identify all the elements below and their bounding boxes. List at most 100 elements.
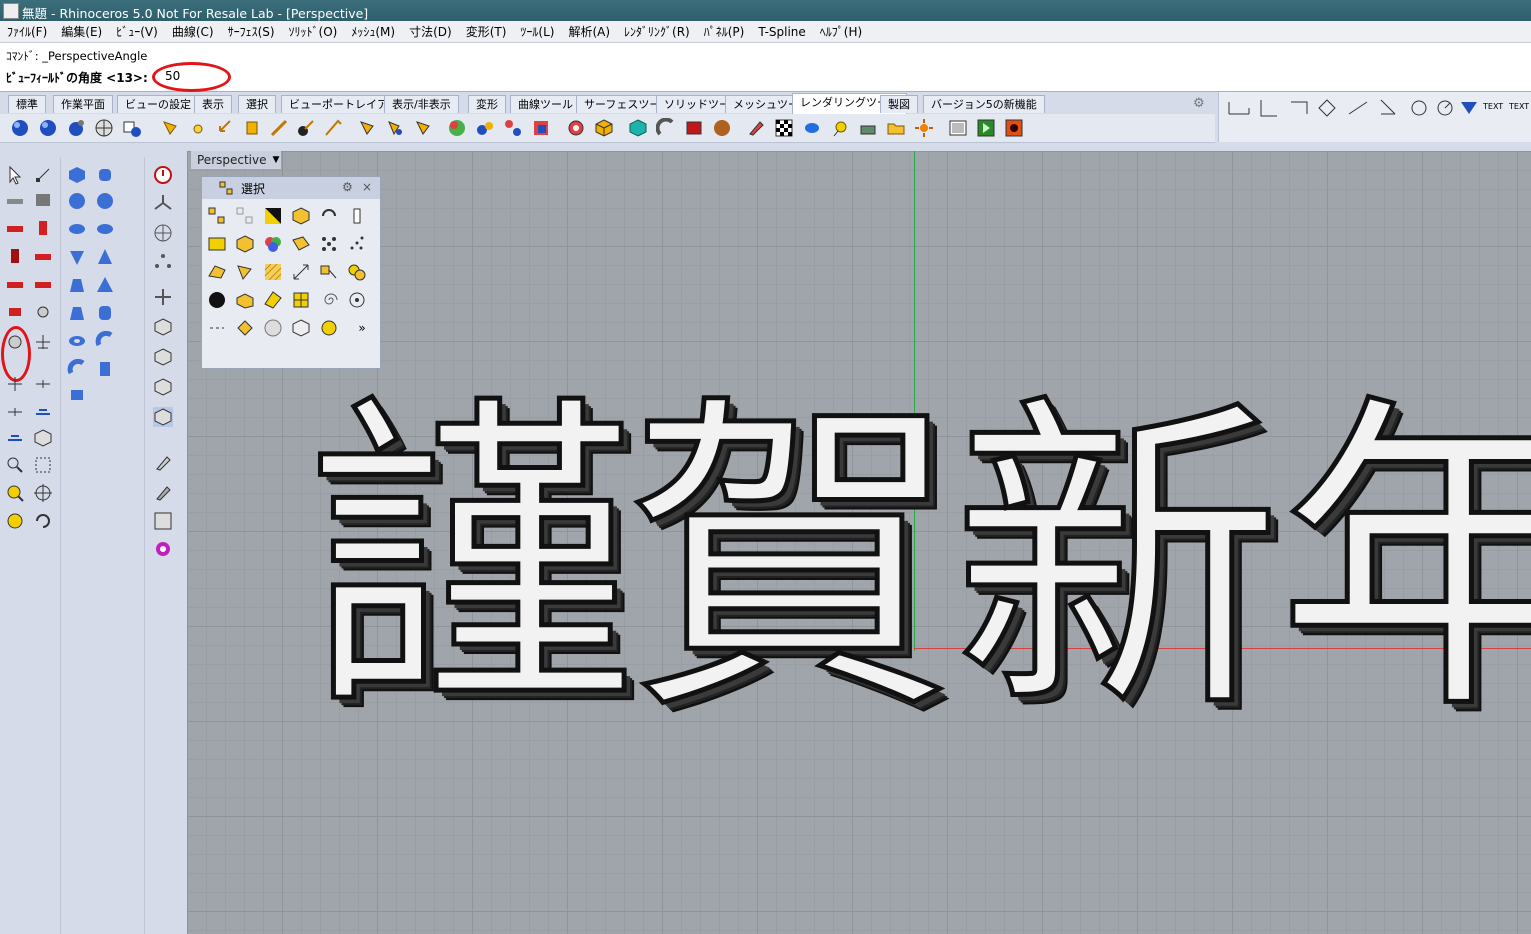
menu-render[interactable]: ﾚﾝﾀﾞﾘﾝｸﾞ(R) [617, 23, 697, 40]
red-part-icon[interactable] [5, 302, 25, 322]
select-block-icon[interactable] [291, 318, 311, 338]
color-sphere-icon[interactable] [447, 118, 467, 138]
directional-light-icon[interactable] [215, 118, 235, 138]
menu-mesh[interactable]: ﾒｯｼｭ(M) [344, 23, 402, 40]
extrude-icon[interactable] [67, 359, 87, 379]
axes-plus-icon[interactable] [153, 287, 173, 307]
power-icon[interactable] [153, 165, 173, 185]
folder-icon[interactable] [886, 118, 906, 138]
cube-color-icon[interactable] [594, 118, 614, 138]
text-tool-2[interactable]: TEXT [1509, 102, 1529, 111]
texture-icon[interactable] [531, 118, 551, 138]
app-icon[interactable] [3, 3, 19, 19]
zoom-extents-icon[interactable] [5, 483, 25, 503]
ellipsoid-icon[interactable] [67, 219, 87, 239]
spotlight-icon[interactable] [160, 118, 180, 138]
dimension-icon[interactable] [1287, 98, 1311, 118]
fixture-icon[interactable] [33, 374, 53, 394]
material-icon[interactable] [122, 118, 142, 138]
cube-view-active-icon[interactable] [153, 407, 173, 427]
curve-shape-icon[interactable] [656, 118, 676, 138]
perspective-viewport[interactable]: Perspective ▼ 謹 賀 新 年 [187, 151, 1531, 934]
rect-light-icon[interactable] [242, 118, 262, 138]
select-light-icon[interactable] [347, 206, 367, 226]
red-car-icon[interactable] [5, 274, 25, 294]
select-sphere-icon[interactable] [207, 290, 227, 310]
gear-render-icon[interactable] [566, 118, 586, 138]
select-last-icon[interactable] [319, 206, 339, 226]
dimension-icon[interactable] [1317, 98, 1341, 118]
tab-display[interactable]: 表示 [194, 95, 232, 113]
box-edit-icon[interactable] [33, 428, 53, 448]
point-light-icon[interactable] [188, 118, 208, 138]
sphere-solid-icon[interactable] [95, 191, 115, 211]
tube-icon[interactable] [67, 303, 87, 323]
zoom-icon[interactable] [5, 455, 25, 475]
spotlight2-icon[interactable] [413, 118, 433, 138]
render-stop-icon[interactable] [1004, 118, 1024, 138]
extrude-surface-icon[interactable] [95, 359, 115, 379]
close-icon[interactable]: × [362, 180, 372, 194]
tab-transform[interactable]: 変形 [468, 95, 506, 113]
menu-dimension[interactable]: 寸法(D) [402, 23, 459, 40]
select-plane-icon[interactable] [263, 290, 283, 310]
select-box-icon[interactable] [235, 290, 255, 310]
select-circle-dots-icon[interactable] [347, 290, 367, 310]
ellipsoid-icon[interactable] [95, 219, 115, 239]
menu-tspline[interactable]: T-Spline [751, 25, 812, 39]
render-play-icon[interactable] [976, 118, 996, 138]
red-car-icon[interactable] [5, 218, 25, 238]
tab-standard[interactable]: 標準 [8, 95, 46, 113]
texture-ball-icon[interactable] [712, 118, 732, 138]
render-window-icon[interactable] [948, 118, 968, 138]
decal-icon[interactable] [503, 118, 523, 138]
sun-arrow-icon[interactable] [296, 118, 316, 138]
gear-icon[interactable]: ⚙ [342, 180, 353, 194]
select-dimension-icon[interactable] [291, 262, 311, 282]
sphere-blue-icon[interactable] [10, 118, 30, 138]
viewport-label[interactable]: Perspective [191, 151, 273, 169]
fixture-icon[interactable] [5, 402, 25, 422]
axes-icon[interactable] [153, 193, 173, 213]
zoom-window-icon[interactable] [33, 455, 53, 475]
tab-curve-tools[interactable]: 曲線ツール [510, 95, 581, 113]
menu-file[interactable]: ﾌｧｲﾙ(F) [0, 23, 54, 40]
more-button[interactable]: » [352, 318, 372, 338]
chevron-down-icon[interactable]: ▼ [271, 151, 281, 169]
select-curve-icon[interactable] [235, 262, 255, 282]
menu-edit[interactable]: 編集(E) [54, 23, 109, 40]
light-flag-icon[interactable] [323, 118, 343, 138]
checker-icon[interactable] [774, 118, 794, 138]
sun-icon[interactable] [914, 118, 934, 138]
nodes-icon[interactable] [153, 251, 173, 271]
select-gear-icon[interactable] [319, 318, 339, 338]
dimension-icon[interactable] [1257, 98, 1281, 118]
car-icon[interactable] [5, 190, 25, 210]
dimension-icon[interactable] [1227, 98, 1251, 118]
fixture-icon[interactable] [5, 428, 25, 448]
gear-icon[interactable]: ⚙ [1193, 96, 1205, 111]
select-mesh-icon[interactable] [319, 234, 339, 254]
text-object-char-2[interactable]: 賀 [625, 379, 960, 744]
panel-header[interactable]: 選択 ⚙ × [202, 177, 380, 199]
select-polysurface-icon[interactable] [207, 262, 227, 282]
menu-solid[interactable]: ｿﾘｯﾄﾞ(O) [282, 23, 345, 40]
select-surface-icon[interactable] [291, 234, 311, 254]
select-hatch-icon[interactable] [263, 262, 283, 282]
select-id-icon[interactable] [207, 234, 227, 254]
select-cube-icon[interactable] [235, 234, 255, 254]
select-spiral-icon[interactable] [319, 290, 339, 310]
tab-select[interactable]: 選択 [238, 95, 276, 113]
tab-drafting[interactable]: 製図 [880, 95, 918, 113]
menu-tools[interactable]: ﾂｰﾙ(L) [513, 23, 561, 40]
menu-curve[interactable]: 曲線(C) [165, 23, 221, 40]
bulb-icon[interactable] [830, 118, 850, 138]
cylinder-icon[interactable] [95, 303, 115, 323]
multi-sphere-icon[interactable] [475, 118, 495, 138]
target-icon[interactable] [33, 483, 53, 503]
menu-analyze[interactable]: 解析(A) [561, 23, 617, 40]
cube-view-icon[interactable] [153, 377, 173, 397]
pyramid-icon[interactable] [95, 275, 115, 295]
cube-view-icon[interactable] [153, 317, 173, 337]
text-object-char-3[interactable]: 新 [950, 379, 1285, 744]
